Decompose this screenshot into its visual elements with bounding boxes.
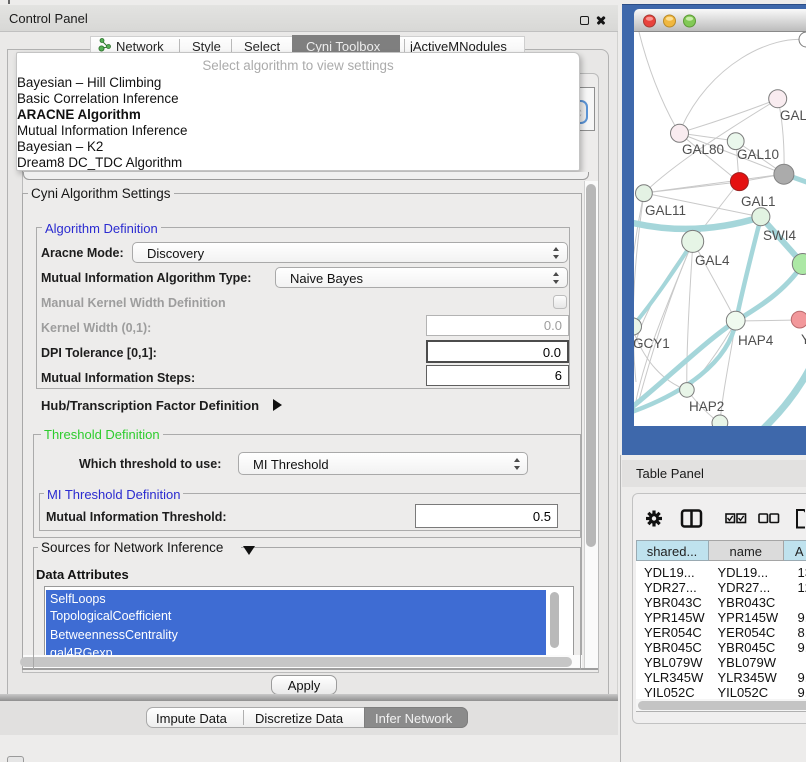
svg-text:GAL2: GAL2 — [780, 108, 806, 123]
svg-text:HAP2: HAP2 — [689, 399, 724, 414]
svg-text:GAL80: GAL80 — [682, 142, 724, 157]
svg-text:GCY1: GCY1 — [634, 336, 670, 351]
svg-text:SWI4: SWI4 — [763, 228, 796, 243]
svg-text:GAL10: GAL10 — [737, 147, 779, 162]
svg-text:Y: Y — [801, 332, 806, 347]
svg-text:GAL11: GAL11 — [645, 203, 686, 218]
svg-text:GAL4: GAL4 — [695, 253, 730, 268]
svg-text:GAL1: GAL1 — [741, 194, 776, 209]
svg-text:HAP4: HAP4 — [738, 333, 774, 348]
